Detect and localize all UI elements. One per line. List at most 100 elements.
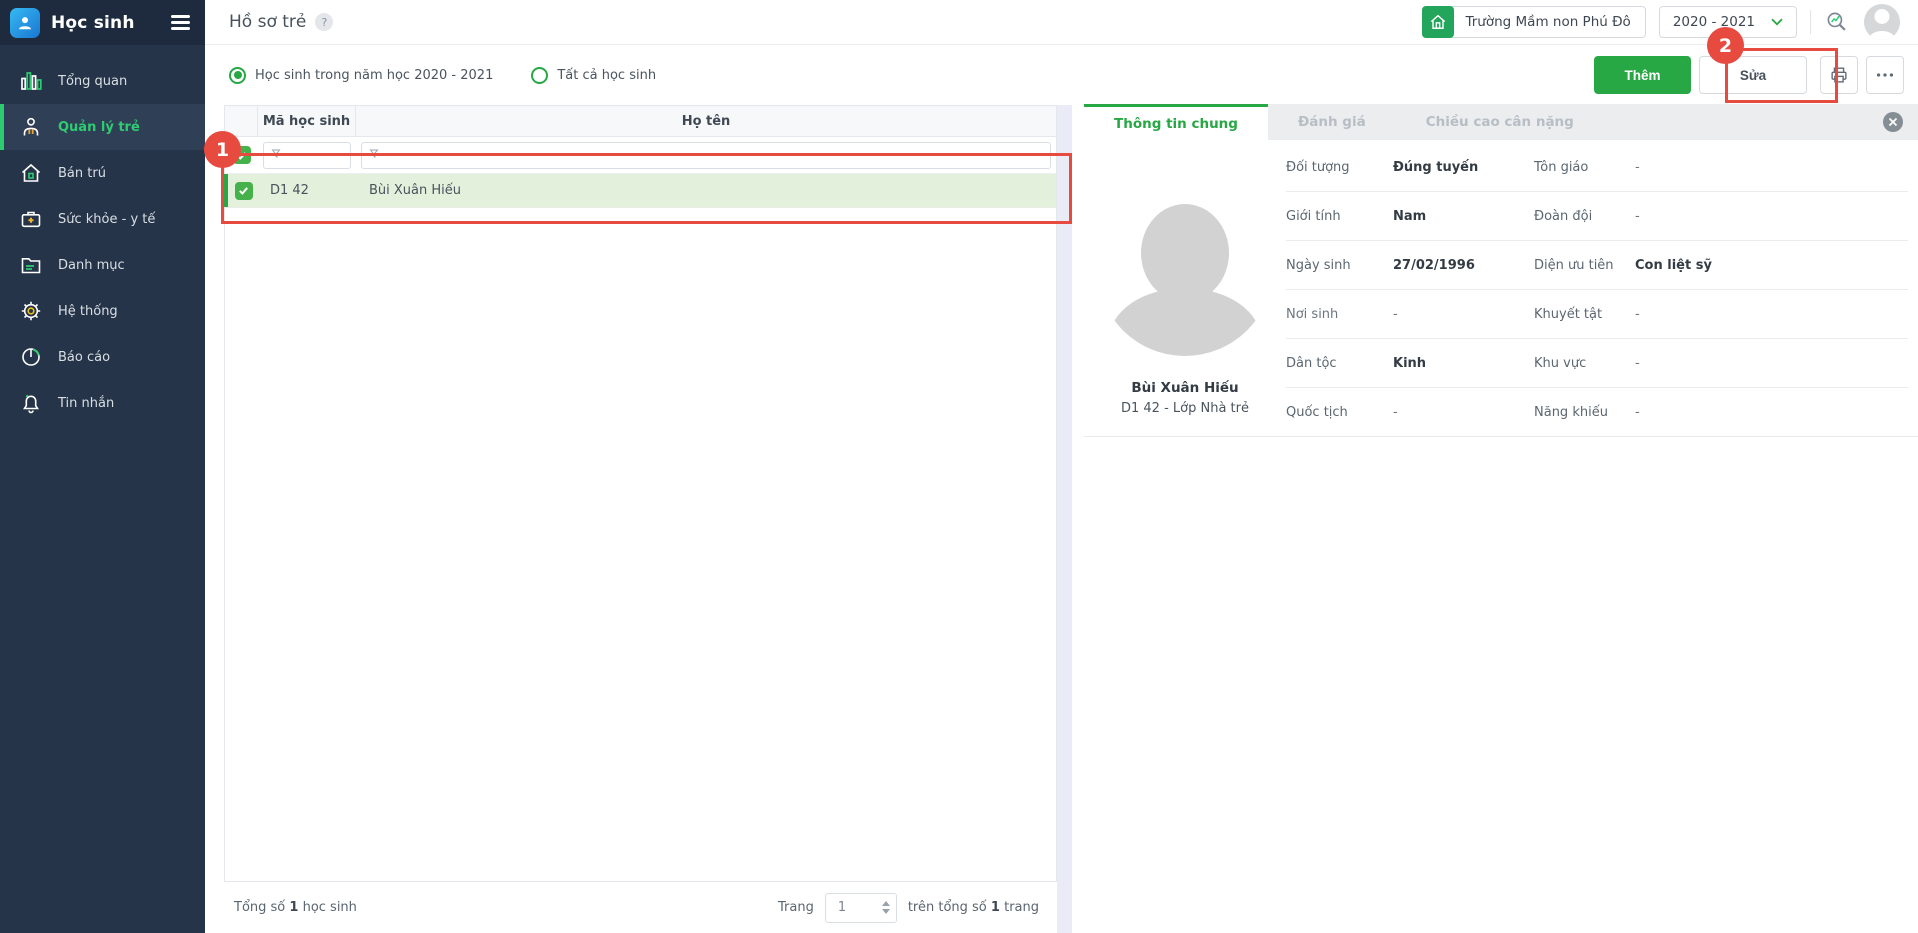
field-value: Con liệt sỹ [1635,257,1712,273]
table-scrollbar[interactable] [1057,105,1072,933]
tab-chieu-cao-can-nang[interactable]: Chiều cao cân nặng [1396,104,1604,140]
field-value: 27/02/1996 [1393,257,1475,273]
help-icon[interactable]: ? [315,13,334,31]
sidebar-item-ban-tru[interactable]: Bán trú [0,150,205,196]
sidebar-item-tong-quan[interactable]: Tổng quan [0,58,205,104]
code-filter-input[interactable] [263,141,351,169]
school-name: Trường Mầm non Phú Đô [1465,14,1631,30]
field-row: Giới tính Nam Đoàn đội - [1286,192,1908,241]
topbar-divider [1810,10,1811,34]
student-table: Mã học sinh Họ tên D1 42 Bùi Xuân Hiếu [224,105,1057,881]
ellipsis-icon [1876,73,1894,77]
radio-unselected-icon [531,66,549,84]
student-name-cell: Bùi Xuân Hiếu [369,183,462,198]
sidebar-item-tin-nhan[interactable]: Tin nhắn [0,380,205,426]
student-fields: Đối tượng Đúng tuyến Tôn giáo - Giới tín… [1286,143,1918,436]
radio-students-in-year[interactable]: Học sinh trong năm học 2020 - 2021 [229,66,493,84]
field-value: - [1635,208,1640,224]
sidebar-item-label: Tin nhắn [58,395,115,411]
field-label: Đoàn đội [1534,208,1593,224]
magnifier-chart-icon[interactable] [1824,9,1851,36]
column-header-code[interactable]: Mã học sinh [258,106,356,136]
select-all-header-cell[interactable] [225,106,258,136]
child-person-icon [18,114,44,140]
column-header-name[interactable]: Họ tên [356,106,1056,136]
close-detail-button[interactable] [1883,112,1903,132]
table-row[interactable]: D1 42 Bùi Xuân Hiếu [224,174,1056,208]
add-button[interactable]: Thêm [1594,56,1691,94]
school-selector[interactable]: Trường Mầm non Phú Đô [1422,6,1646,38]
more-actions-button[interactable] [1866,56,1904,94]
field-row: Ngày sinh 27/02/1996 Diện ưu tiên Con li… [1286,241,1908,290]
tab-danh-gia[interactable]: Đánh giá [1268,104,1396,140]
edit-button[interactable]: Sửa [1699,56,1807,94]
toolbar: Học sinh trong năm học 2020 - 2021 Tất c… [205,46,1918,104]
app-logo-icon [10,7,40,38]
radio-selected-icon [229,66,246,84]
detail-tabs: Thông tin chung Đánh giá Chiều cao cân n… [1084,104,1918,140]
field-row: Quốc tịch - Năng khiếu - [1286,388,1908,437]
field-value: Đúng tuyến [1393,159,1479,175]
tab-thong-tin-chung[interactable]: Thông tin chung [1084,104,1268,140]
page-down-icon[interactable] [881,909,890,914]
page-number-input[interactable] [831,900,866,915]
table-filter-row [225,137,1056,174]
field-value: - [1635,159,1640,175]
menu-toggle-icon[interactable] [169,11,192,34]
field-label: Quốc tịch [1286,405,1348,420]
radio-all-students[interactable]: Tất cả học sinh [531,66,656,84]
gear-icon [18,298,44,324]
student-photo-column: Bùi Xuân Hiếu D1 42 - Lớp Nhà trẻ [1084,140,1286,436]
school-year-value: 2020 - 2021 [1672,14,1755,30]
field-row: Nơi sinh - Khuyết tật - [1286,290,1908,339]
print-button[interactable] [1820,56,1858,94]
field-label: Tôn giáo [1534,159,1589,175]
field-value: - [1393,405,1398,420]
page-title: Hồ sơ trẻ [229,12,307,32]
sidebar-item-label: Quản lý trẻ [58,119,140,135]
funnel-icon [271,149,281,158]
student-name: Bùi Xuân Hiếu [1131,380,1239,396]
table-footer: Tổng số 1 học sinh Trang trên tổng số 1 … [224,881,1057,933]
chevron-down-icon [1771,18,1783,26]
funnel-icon [369,149,379,158]
pagination: Trang trên tổng số 1 trang [777,892,1039,923]
sidebar-item-label: Hệ thống [58,303,118,319]
page-up-icon[interactable] [881,901,890,906]
sidebar-item-quan-ly-tre[interactable]: Quản lý trẻ [0,104,205,150]
sidebar-item-suc-khoe[interactable]: Sức khỏe - y tế [0,196,205,242]
bar-chart-icon [18,68,44,94]
sidebar-item-label: Tổng quan [58,73,128,89]
student-detail-panel: Thông tin chung Đánh giá Chiều cao cân n… [1084,104,1918,933]
sidebar-item-label: Danh mục [58,257,125,273]
student-class-info: D1 42 - Lớp Nhà trẻ [1121,401,1249,416]
sidebar-item-he-thong[interactable]: Hệ thống [0,288,205,334]
filter-row-checkbox[interactable] [232,146,251,164]
user-avatar[interactable] [1864,4,1900,40]
student-code-cell: D1 42 [270,183,309,198]
detail-body: Bùi Xuân Hiếu D1 42 - Lớp Nhà trẻ Đối tư… [1084,140,1918,437]
field-label: Dân tộc [1286,355,1337,371]
topbar: Hồ sơ trẻ ? Trường Mầm non Phú Đô 2020 -… [205,0,1918,45]
field-value: - [1393,306,1398,322]
sidebar-header: Học sinh [0,0,205,45]
sidebar-item-bao-cao[interactable]: Báo cáo [0,334,205,380]
bell-icon [18,390,44,416]
school-house-icon [1422,6,1455,38]
name-filter-input[interactable] [361,141,1051,169]
sidebar-item-label: Bán trú [58,165,106,181]
field-label: Ngày sinh [1286,257,1351,273]
page-label: Trang [777,900,814,915]
total-count-text: Tổng số 1 học sinh [234,900,357,915]
field-label: Giới tính [1286,208,1341,224]
field-value: Kinh [1393,355,1427,371]
field-value: Nam [1393,208,1427,224]
sidebar-item-danh-muc[interactable]: Danh mục [0,242,205,288]
school-year-dropdown[interactable]: 2020 - 2021 [1658,6,1797,38]
sidebar: Học sinh Tổng quan Quản lý trẻ Bán trú S… [0,0,205,933]
printer-icon [1831,67,1847,83]
field-label: Năng khiếu [1534,405,1608,420]
row-checkbox[interactable] [234,181,253,200]
page-number-stepper[interactable] [824,892,897,923]
house-icon [18,160,44,186]
